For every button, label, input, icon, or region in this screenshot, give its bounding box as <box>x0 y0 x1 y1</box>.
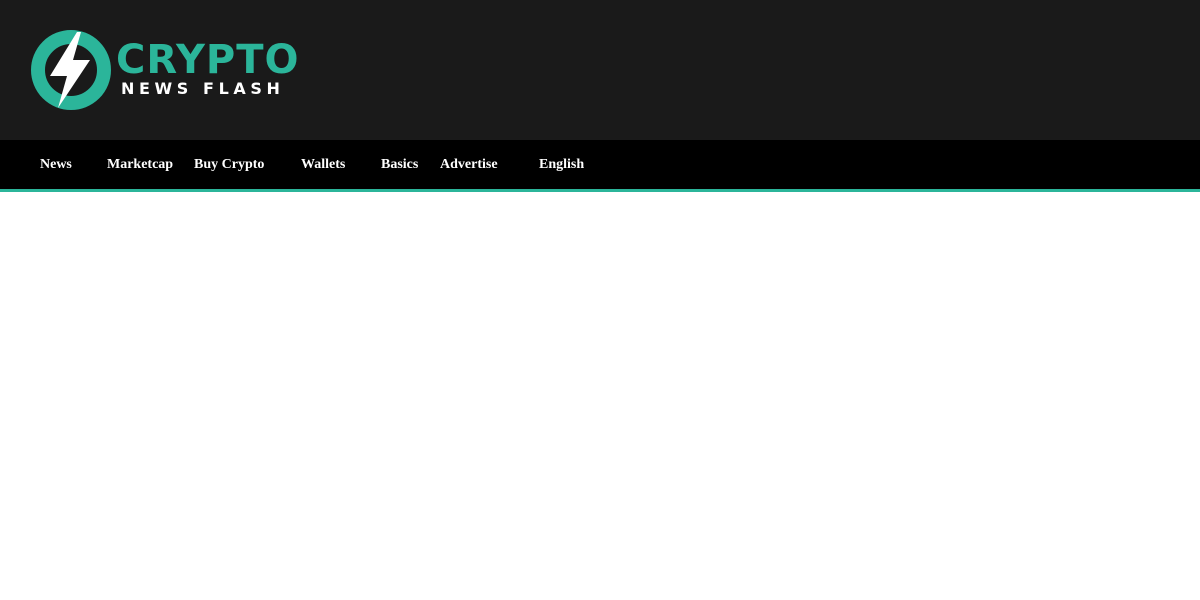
nav-item-marketcap[interactable]: Marketcap <box>107 156 173 174</box>
nav-item-wallets[interactable]: Wallets <box>301 156 345 174</box>
lightning-bolt-icon <box>30 29 112 111</box>
nav-item-buy-crypto[interactable]: Buy Crypto <box>194 156 264 174</box>
nav-item-news[interactable]: News <box>40 156 72 174</box>
nav-item-basics[interactable]: Basics <box>381 156 418 174</box>
nav-item-advertise[interactable]: Advertise <box>440 156 498 174</box>
nav-item-language[interactable]: English <box>539 156 584 174</box>
logo-wordmark-main: CRYPTO <box>116 37 300 83</box>
site-logo[interactable]: CRYPTO NEWS FLASH <box>30 28 299 112</box>
main-nav: News Marketcap Buy Crypto Wallets Basics… <box>0 140 1200 192</box>
logo-wordmark-sub: NEWS FLASH <box>121 79 285 98</box>
site-header: CRYPTO NEWS FLASH <box>0 0 1200 140</box>
main-content <box>0 192 1200 600</box>
